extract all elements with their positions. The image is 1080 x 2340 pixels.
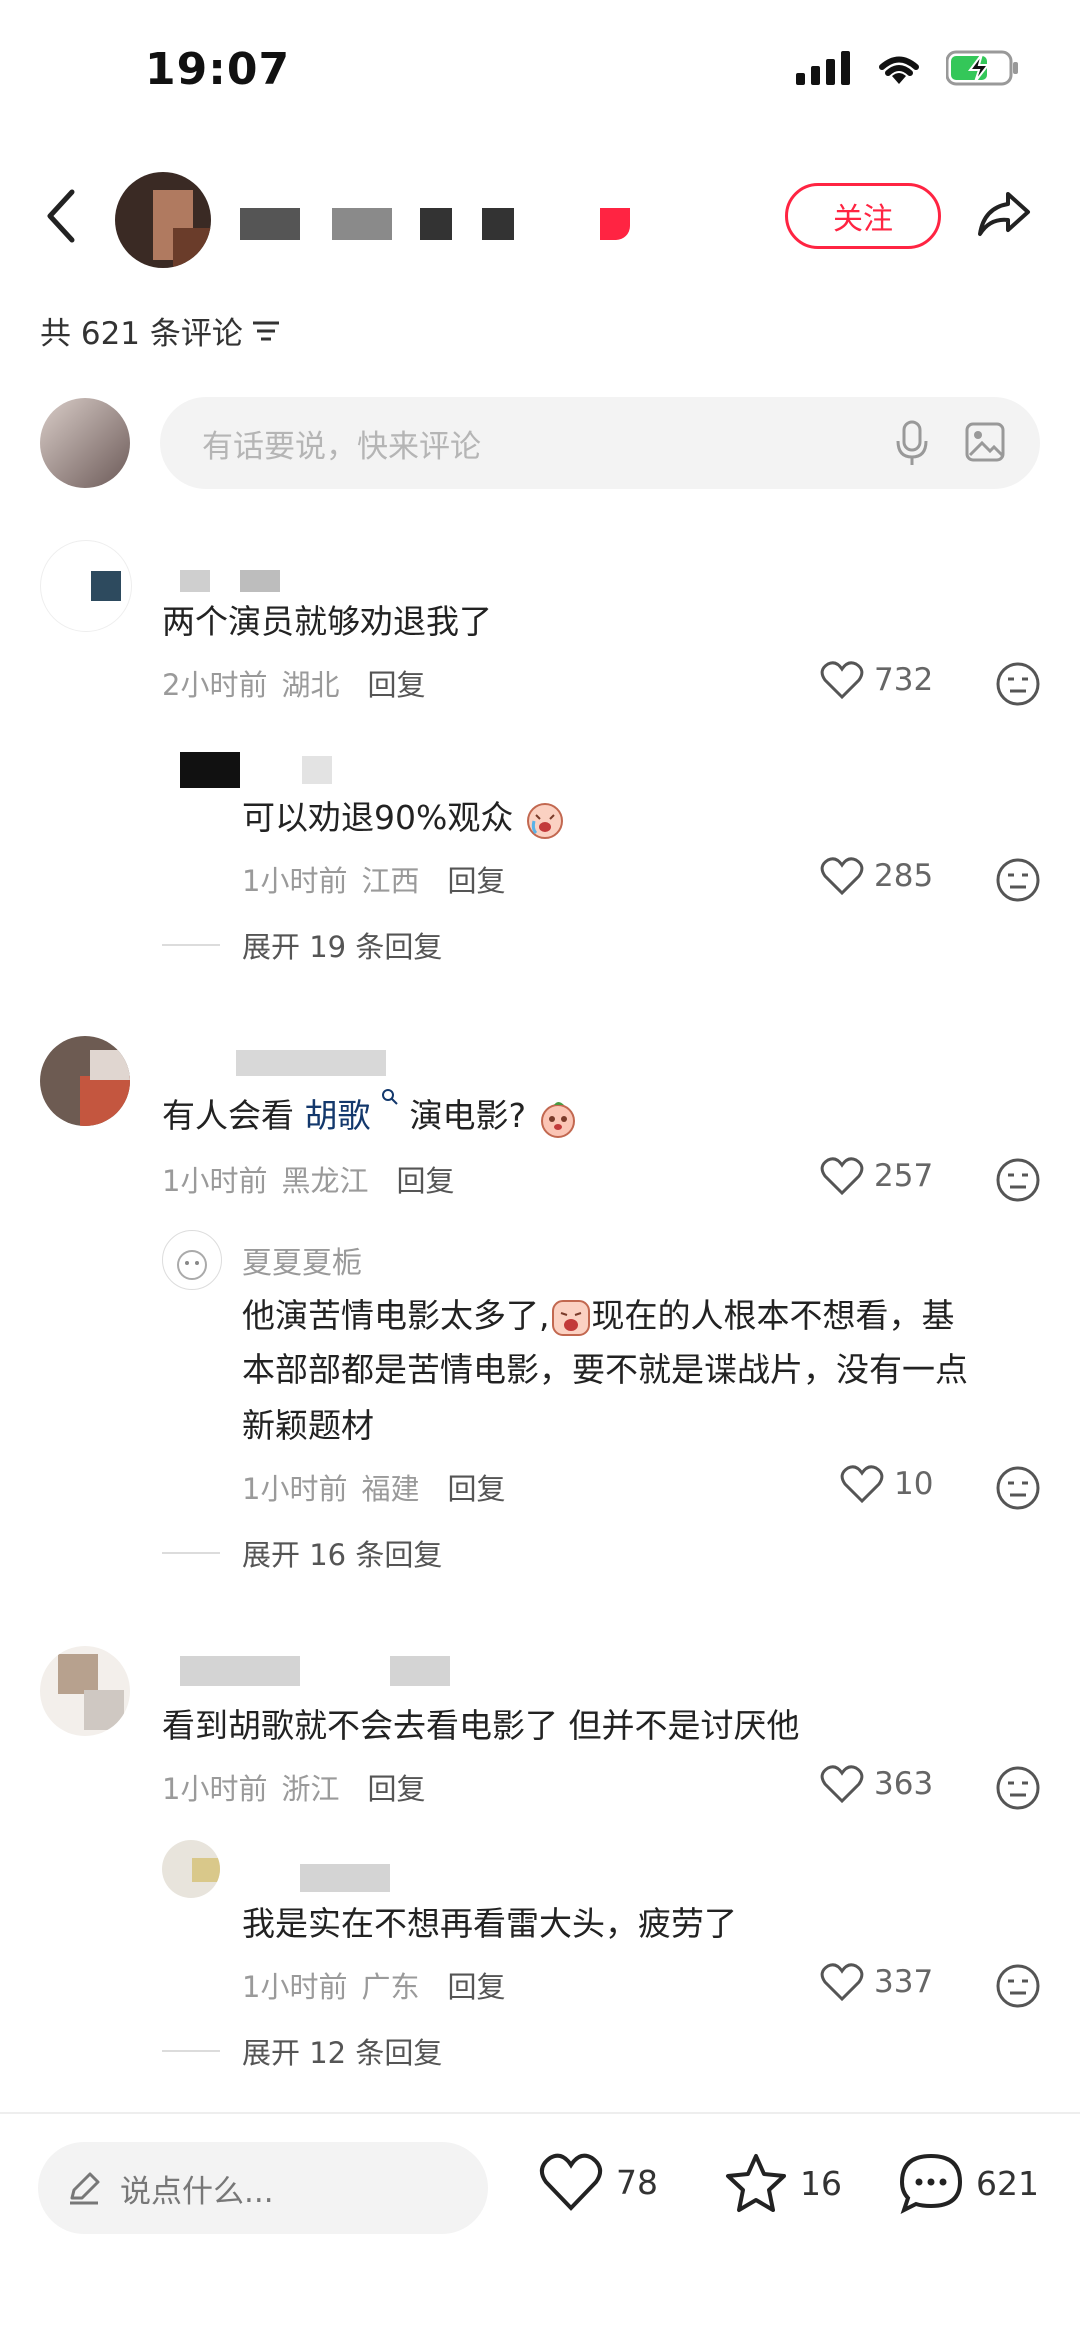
like-button[interactable]: 732 bbox=[820, 660, 933, 700]
reply-username-redacted[interactable] bbox=[180, 752, 340, 788]
sort-icon[interactable] bbox=[251, 318, 281, 344]
reply-meta: 1小时前 福建 回复 bbox=[242, 1466, 505, 1508]
like-button[interactable]: 257 bbox=[820, 1156, 933, 1196]
heart-icon bbox=[820, 1963, 864, 2002]
crying-emoji-icon bbox=[526, 802, 563, 839]
reply-username[interactable]: 夏夏夏栀 bbox=[242, 1238, 362, 1282]
heart-icon bbox=[820, 1765, 864, 1804]
mention-link[interactable]: 胡歌 bbox=[305, 1096, 371, 1135]
comment-username-redacted[interactable] bbox=[180, 570, 310, 592]
star-icon bbox=[726, 2154, 786, 2212]
like-button[interactable]: 363 bbox=[820, 1764, 933, 1804]
heart-icon bbox=[820, 661, 864, 700]
expand-replies[interactable]: 展开 16 条回复 bbox=[162, 1532, 442, 1574]
pencil-icon bbox=[70, 2172, 100, 2205]
emoji-reaction-icon[interactable] bbox=[994, 660, 1042, 708]
comment-avatar[interactable] bbox=[40, 540, 132, 632]
status-icons bbox=[796, 50, 1020, 86]
comment-text: 两个演员就够劝退我了 bbox=[162, 602, 492, 641]
expand-replies[interactable]: 展开 12 条回复 bbox=[162, 2030, 442, 2072]
status-time: 19:07 bbox=[145, 44, 291, 95]
comment-avatar[interactable] bbox=[40, 1646, 130, 1736]
comment-text: 有人会看 胡歌 演电影? bbox=[162, 1088, 579, 1144]
comment-avatar[interactable] bbox=[40, 1036, 130, 1126]
reply-meta: 1小时前 江西 回复 bbox=[242, 858, 505, 900]
peach-emoji-icon bbox=[540, 1101, 575, 1138]
author-name-redacted[interactable] bbox=[240, 208, 640, 242]
chat-bubble-icon bbox=[899, 2153, 963, 2214]
battery-charging-icon bbox=[946, 50, 1018, 86]
comment-meta: 1小时前 黑龙江 回复 bbox=[162, 1158, 454, 1200]
crying-emoji-icon bbox=[551, 1299, 590, 1336]
signal-icon bbox=[796, 51, 850, 85]
comment-time: 2小时前 bbox=[162, 668, 268, 702]
comment-username-redacted[interactable] bbox=[236, 1050, 396, 1078]
reply-text: 他演苦情电影太多了, 现在的人根本不想看，基 bbox=[242, 1288, 955, 1344]
my-avatar bbox=[40, 398, 130, 488]
emoji-reaction-icon[interactable] bbox=[994, 1962, 1042, 2010]
say-something-input[interactable]: 说点什么... bbox=[38, 2142, 488, 2234]
image-icon[interactable] bbox=[964, 421, 1006, 463]
reply-username-redacted[interactable] bbox=[300, 1864, 400, 1892]
reply-button[interactable]: 回复 bbox=[367, 662, 425, 704]
bottom-divider bbox=[0, 2112, 1080, 2114]
comments-button[interactable]: 621 bbox=[898, 2152, 1039, 2214]
comment-count-row[interactable]: 共 621 条评论 bbox=[40, 308, 281, 353]
reply-button[interactable]: 回复 bbox=[447, 1466, 505, 1508]
like-button[interactable]: 337 bbox=[820, 1962, 933, 2002]
reply-text: 可以劝退90%观众 bbox=[242, 790, 566, 846]
comment-input[interactable]: 有话要说，快来评论 bbox=[160, 397, 1040, 489]
like-post-button[interactable]: 78 bbox=[538, 2152, 658, 2212]
microphone-icon[interactable] bbox=[894, 419, 930, 467]
reply-meta: 1小时前 广东 回复 bbox=[242, 1964, 505, 2006]
emoji-reaction-icon[interactable] bbox=[994, 856, 1042, 904]
heart-icon bbox=[820, 1157, 864, 1196]
reply-text-line: 新颖题材 bbox=[242, 1406, 374, 1445]
reply-text: 我是实在不想再看雷大头，疲劳了 bbox=[242, 1904, 737, 1943]
wifi-icon bbox=[879, 56, 919, 84]
comment-meta: 2小时前 湖北 回复 bbox=[162, 662, 425, 704]
comment-location: 湖北 bbox=[281, 668, 340, 702]
expand-replies[interactable]: 展开 19 条回复 bbox=[162, 924, 442, 966]
comment-username-redacted[interactable] bbox=[180, 1656, 470, 1686]
comment-count: 共 621 条评论 bbox=[40, 316, 243, 352]
collect-button[interactable]: 16 bbox=[724, 2152, 842, 2214]
heart-icon bbox=[820, 857, 864, 896]
reply-avatar[interactable] bbox=[162, 1230, 222, 1290]
like-count: 732 bbox=[874, 662, 934, 698]
reply-button[interactable]: 回复 bbox=[367, 1766, 425, 1808]
comment-meta: 1小时前 浙江 回复 bbox=[162, 1766, 425, 1808]
reply-text-line: 本部部都是苦情电影，要不就是谍战片，没有一点 bbox=[242, 1350, 968, 1389]
comment-input-placeholder: 有话要说，快来评论 bbox=[202, 428, 481, 465]
comment-text: 看到胡歌就不会去看电影了 但并不是讨厌他 bbox=[162, 1706, 800, 1745]
reply-button[interactable]: 回复 bbox=[447, 1964, 505, 2006]
follow-button[interactable]: 关注 bbox=[785, 183, 941, 249]
heart-icon bbox=[539, 2153, 603, 2211]
emoji-reaction-icon[interactable] bbox=[994, 1156, 1042, 1204]
back-icon[interactable] bbox=[40, 186, 86, 246]
reply-button[interactable]: 回复 bbox=[447, 858, 505, 900]
like-button[interactable]: 285 bbox=[820, 856, 933, 896]
search-icon bbox=[382, 1089, 398, 1105]
emoji-reaction-icon[interactable] bbox=[994, 1464, 1042, 1512]
reply-button[interactable]: 回复 bbox=[396, 1158, 454, 1200]
like-button[interactable]: 10 bbox=[840, 1464, 933, 1504]
author-avatar[interactable] bbox=[115, 172, 211, 268]
share-icon[interactable] bbox=[976, 188, 1032, 240]
heart-icon bbox=[840, 1465, 884, 1504]
emoji-reaction-icon[interactable] bbox=[994, 1764, 1042, 1812]
say-placeholder: 说点什么... bbox=[120, 2173, 274, 2210]
reply-avatar[interactable] bbox=[162, 1840, 220, 1898]
